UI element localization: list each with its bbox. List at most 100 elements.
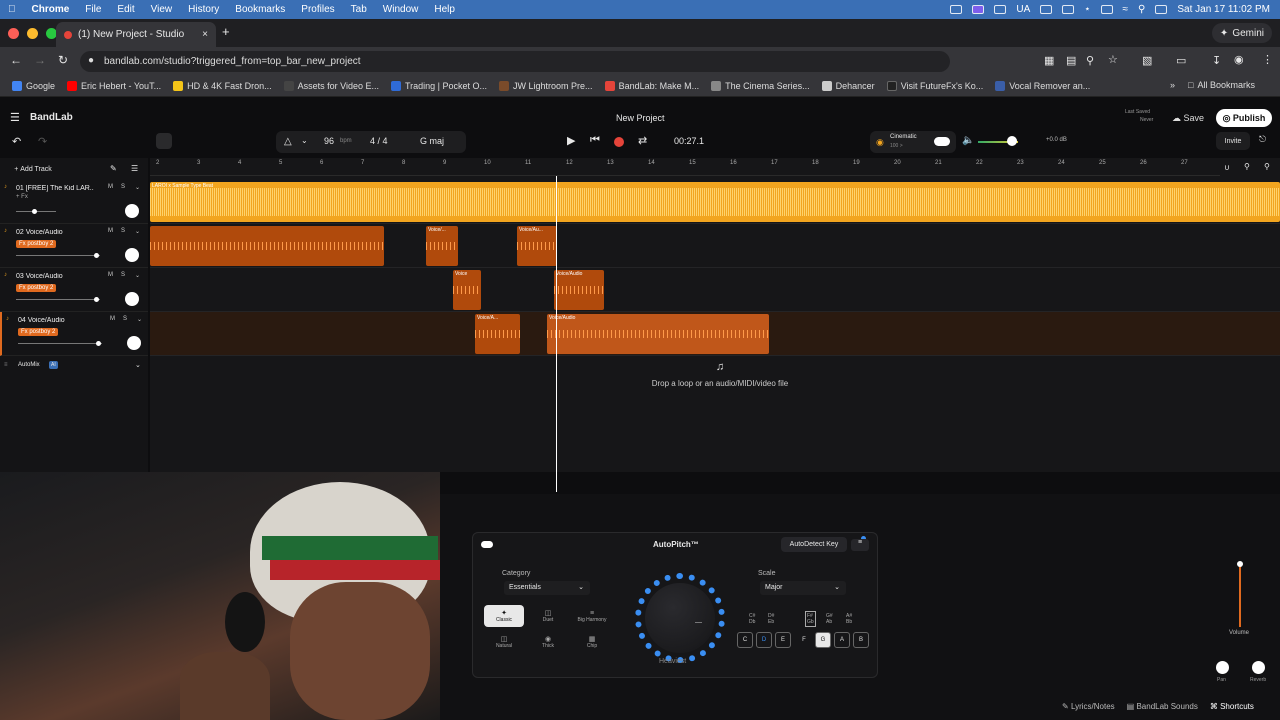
mute-button[interactable]: M [108, 272, 113, 278]
zoom-out-icon[interactable]: ⚲ [1244, 162, 1250, 171]
track-lane[interactable]: Voice/... Voice/Au... [150, 224, 1280, 268]
bookmark-item[interactable]: Google [12, 80, 55, 91]
track-header-selected[interactable]: ♪ 04 Voice/Audio Fx postboy 2 M S ⌄ [0, 312, 148, 356]
audio-clip[interactable] [150, 226, 384, 266]
mode-duet[interactable]: ◫ Duet [528, 605, 568, 627]
apple-icon[interactable]:  [8, 4, 16, 15]
key-e[interactable]: E [775, 632, 791, 648]
track-name[interactable]: 04 Voice/Audio [18, 317, 65, 324]
metronome-panel-icon[interactable] [156, 133, 172, 149]
solo-button[interactable]: S [121, 272, 125, 278]
mode-classic[interactable]: ✦ Classic [484, 605, 524, 627]
menu-view[interactable]: View [151, 4, 173, 15]
all-bookmarks[interactable]: □ All Bookmarks [1188, 80, 1255, 90]
bandlab-sounds-button[interactable]: ▤ BandLab Sounds [1127, 702, 1198, 711]
track-name[interactable]: 03 Voice/Audio [16, 273, 63, 280]
menu-help[interactable]: Help [434, 4, 455, 15]
track-volume-slider[interactable] [18, 341, 102, 346]
track-volume-slider[interactable] [16, 209, 56, 214]
metronome-icon[interactable]: △ [284, 136, 292, 147]
invite-button[interactable]: Invite [1216, 132, 1250, 150]
status-icon[interactable] [1062, 5, 1075, 14]
new-tab-button[interactable]: + [222, 24, 230, 39]
track-lane[interactable]: Voice/A... Voice/Audio [150, 312, 1280, 356]
audio-clip[interactable]: Voice/Au... [517, 226, 557, 266]
menu-history[interactable]: History [188, 4, 219, 15]
browser-tab[interactable]: (1) New Project - Studio × [56, 22, 216, 47]
mute-button[interactable]: M [108, 228, 113, 234]
settings-sliders-icon[interactable]: ≡ [851, 539, 869, 551]
chevron-down-icon[interactable]: ⌄ [135, 184, 140, 191]
reverb-knob[interactable] [1252, 661, 1265, 674]
mode-big-harmony[interactable]: ≡ Big Harmony [572, 605, 612, 627]
power-toggle[interactable] [481, 541, 493, 548]
save-button[interactable]: ☁ Save [1166, 109, 1210, 127]
audio-clip[interactable]: Voice/A... [475, 314, 520, 354]
timeline[interactable]: 2 3 4 5 6 7 8 9 10 11 12 13 14 15 16 17 18 19 20 21 22 23 24 25… [150, 158, 1280, 472]
pan-knob[interactable] [125, 292, 139, 306]
time-signature[interactable]: 4 / 4 [370, 136, 388, 146]
screen-record-icon[interactable] [972, 5, 985, 14]
play-icon[interactable]: ▶ [567, 134, 575, 147]
track-volume-thumb[interactable] [32, 209, 37, 214]
more-menu-icon[interactable]: ⋮ [1262, 53, 1273, 66]
pan-knob[interactable] [127, 336, 141, 350]
bookmark-item[interactable]: BandLab: Make M... [604, 80, 699, 91]
tune-icon[interactable]: ☰ [131, 164, 138, 173]
volume-fader[interactable] [1239, 563, 1241, 627]
mute-button[interactable]: M [110, 316, 115, 322]
track-lane[interactable]: LAROI x Sample Type Beat [150, 180, 1280, 224]
key-sharp-selected[interactable]: F# Gb [805, 611, 816, 627]
chevron-down-icon[interactable]: ⌄ [135, 361, 141, 369]
bookmark-item[interactable]: JW Lightroom Pre... [499, 80, 593, 91]
solo-button[interactable]: S [121, 228, 125, 234]
undo-icon[interactable]: ↶ [12, 135, 21, 148]
status-icon[interactable] [950, 5, 963, 14]
key-f[interactable]: F [796, 632, 812, 648]
battery-icon[interactable] [1100, 5, 1113, 14]
cast-icon[interactable]: ▭ [1176, 54, 1186, 67]
key-d[interactable]: D [756, 632, 772, 648]
bookmark-item[interactable]: HD & 4K Fast Dron... [173, 80, 272, 91]
playhead[interactable] [556, 176, 557, 492]
redo-icon[interactable]: ↷ [38, 135, 47, 148]
bandlab-logo[interactable]: BandLab [30, 112, 73, 123]
mode-natural[interactable]: ◫ Natural [484, 631, 524, 653]
wifi-icon[interactable]: ≈ [1123, 4, 1129, 15]
scale-select[interactable]: Major ⌄ [760, 581, 846, 595]
audio-clip[interactable]: Voice/... [426, 226, 458, 266]
zoom-in-icon[interactable]: ⚲ [1264, 162, 1270, 171]
search-icon[interactable]: ⚲ [1138, 4, 1145, 15]
track-fx-badge[interactable]: Fx postboy 2 [16, 240, 57, 248]
timeline-ruler[interactable]: 2 3 4 5 6 7 8 9 10 11 12 13 14 15 16 17 18 19 20 21 22 23 24 25… [150, 158, 1280, 176]
solo-button[interactable]: S [123, 316, 127, 322]
key-sharp[interactable]: A# Bb [846, 613, 852, 625]
track-volume-thumb[interactable] [95, 341, 101, 346]
track-name[interactable]: 02 Voice/Audio [16, 229, 63, 236]
chevron-down-icon[interactable]: ⌄ [135, 228, 140, 235]
chevron-down-icon[interactable]: ⌄ [135, 272, 140, 279]
close-window-icon[interactable] [8, 27, 19, 39]
reload-icon[interactable]: ↻ [58, 53, 68, 67]
input-language[interactable]: UA [1016, 4, 1030, 15]
lyrics-notes-button[interactable]: ✎ Lyrics/Notes [1062, 702, 1115, 711]
key-g[interactable]: G [815, 632, 831, 648]
menubar-datetime[interactable]: Sat Jan 17 11:02 PM [1177, 4, 1270, 15]
key-b[interactable]: B [853, 632, 869, 648]
more-bookmarks-icon[interactable]: » [1170, 80, 1175, 90]
extension-icon[interactable]: ▤ [1066, 54, 1076, 67]
add-track-button[interactable]: + Add Track [4, 162, 62, 176]
bluetooth-icon[interactable]: ⋆ [1084, 4, 1090, 15]
key-sharp[interactable]: C# Db [749, 613, 755, 625]
project-title[interactable]: New Project [616, 113, 665, 123]
speaker-icon[interactable]: 🔈 [962, 135, 974, 146]
gemini-button[interactable]: ✦ Gemini [1211, 23, 1272, 43]
master-volume-thumb[interactable] [1007, 136, 1017, 146]
menu-window[interactable]: Window [383, 4, 419, 15]
mute-button[interactable]: M [108, 184, 113, 190]
track-lane[interactable]: Voice Voice/Audio [150, 268, 1280, 312]
audio-clip[interactable]: Voice/Audio [547, 314, 769, 354]
bell-icon[interactable]: ⎋ [1259, 134, 1266, 145]
record-button[interactable] [614, 137, 624, 147]
track-volume-slider[interactable] [16, 297, 100, 302]
